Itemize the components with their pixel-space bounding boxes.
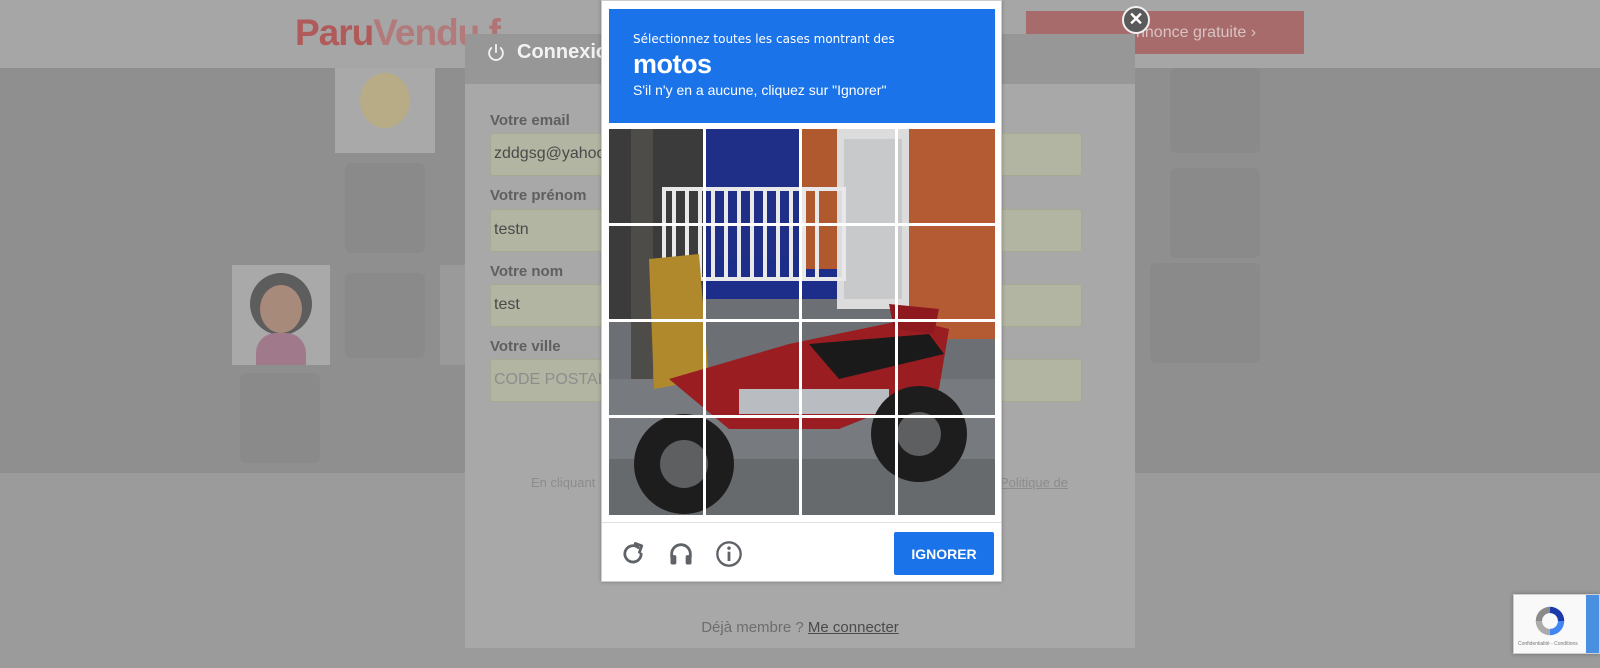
legal-text: En cliquant	[531, 475, 596, 490]
grid-tile-4-2[interactable]	[706, 418, 800, 512]
challenge-instruction: Sélectionnez toutes les cases montrant d…	[633, 32, 895, 46]
recaptcha-badge[interactable]: Confidentialité - Conditions	[1513, 594, 1600, 654]
close-modal-button[interactable]: ✕	[1122, 6, 1150, 34]
grid-tile-2-2[interactable]	[706, 226, 800, 320]
ignore-button[interactable]: IGNORER	[894, 532, 994, 575]
profile-placeholder	[1170, 68, 1260, 153]
email-label: Votre email	[490, 112, 570, 129]
profile-avatar[interactable]	[440, 265, 465, 365]
avatar-body	[256, 333, 306, 365]
grid-tile-2-4[interactable]	[898, 226, 992, 320]
challenge-fallback: S'il n'y en a aucune, cliquez sur "Ignor…	[633, 82, 887, 98]
profile-avatar[interactable]	[232, 265, 330, 365]
reload-icon[interactable]	[619, 540, 647, 568]
info-icon[interactable]	[715, 540, 743, 568]
logo-part-paru: Paru	[295, 12, 374, 53]
recaptcha-logo-icon	[1535, 606, 1565, 636]
modal-title: Connexio	[517, 41, 609, 63]
post-ad-label: nnonce gratuite	[1136, 24, 1247, 41]
grid-tile-3-2[interactable]	[706, 322, 800, 416]
grid-tile-2-3[interactable]	[802, 226, 896, 320]
close-icon: ✕	[1128, 9, 1144, 29]
grid-tile-1-4[interactable]	[898, 129, 992, 223]
profile-placeholder	[345, 163, 425, 253]
grid-tile-3-3[interactable]	[802, 322, 896, 416]
grid-tile-3-1[interactable]	[609, 322, 703, 416]
grid-tile-4-3[interactable]	[802, 418, 896, 512]
challenge-keyword: motos	[633, 49, 712, 79]
profile-placeholder	[345, 273, 425, 358]
recaptcha-header: Sélectionnez toutes les cases montrant d…	[609, 9, 995, 123]
challenge-image-grid	[609, 129, 995, 515]
already-member-text: Déjà membre ?	[701, 619, 804, 636]
profile-avatar[interactable]	[335, 68, 435, 153]
grid-tile-4-4[interactable]	[898, 418, 992, 512]
badge-side-strip	[1586, 595, 1599, 653]
profile-placeholder	[240, 373, 320, 463]
city-label: Votre ville	[490, 338, 561, 355]
avatar-face-icon	[360, 73, 410, 128]
recaptcha-footer-divider	[602, 522, 1001, 523]
lastname-label: Votre nom	[490, 263, 564, 280]
headphones-icon[interactable]	[667, 540, 695, 568]
power-icon	[488, 43, 504, 61]
privacy-policy-link[interactable]: Politique de	[1000, 475, 1068, 490]
badge-footer-text: Confidentialité - Conditions	[1518, 641, 1578, 647]
avatar-face-icon	[260, 285, 302, 333]
chevron-right-icon: ›	[1250, 24, 1257, 41]
grid-tile-2-1[interactable]	[609, 226, 703, 320]
firstname-label: Votre prénom	[490, 187, 587, 204]
logo-part-vendu: Vendu	[373, 12, 480, 53]
login-link[interactable]: Me connecter	[808, 619, 899, 636]
already-member-line: Déjà membre ? Me connecter	[465, 619, 1135, 636]
recaptcha-challenge: Sélectionnez toutes les cases montrant d…	[601, 0, 1002, 582]
grid-tile-3-4[interactable]	[898, 322, 992, 416]
profile-placeholder	[1150, 263, 1260, 363]
grid-tile-1-1[interactable]	[609, 129, 703, 223]
grid-tile-1-2[interactable]	[706, 129, 800, 223]
grid-tile-1-3[interactable]	[802, 129, 896, 223]
profile-placeholder	[1170, 168, 1260, 258]
grid-tile-4-1[interactable]	[609, 418, 703, 512]
